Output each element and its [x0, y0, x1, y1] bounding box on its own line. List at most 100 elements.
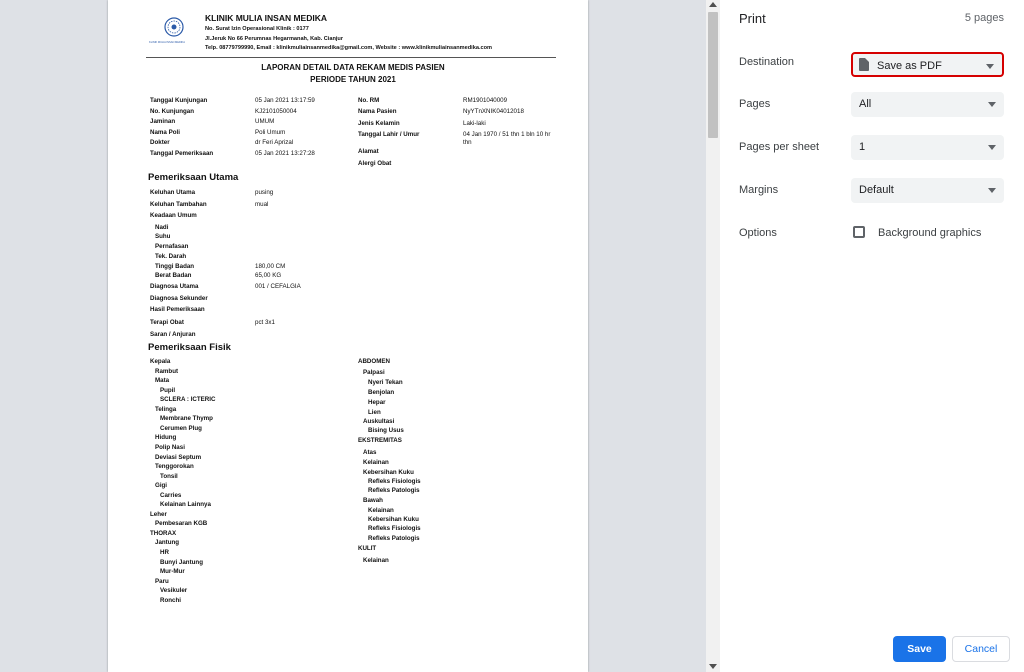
physical-item: Ronchi [160, 596, 181, 604]
exam-value: 180,00 CM [255, 263, 286, 270]
destination-label: Destination [739, 56, 795, 68]
physical-item: Refleks Fisiologis [368, 525, 421, 532]
scroll-up-arrow-icon[interactable] [709, 2, 717, 7]
clinic-logo: KLINIK MULIA INSAN MEDIKA [149, 17, 185, 44]
info-value: dr Feri Aprizal [255, 139, 294, 146]
physical-item: Gigi [155, 482, 168, 490]
info-label: Dokter [150, 139, 170, 146]
background-graphics-label[interactable]: Background graphics [878, 227, 981, 239]
chevron-down-icon [988, 102, 996, 107]
info-value: KJ2101050004 [255, 107, 297, 115]
exam-label: Suhu [155, 233, 171, 240]
physical-exam-title: Pemeriksaan Fisik [148, 342, 231, 353]
save-button[interactable]: Save [893, 636, 946, 662]
exam-label: Terapi Obat [150, 319, 184, 326]
info-label: Tanggal Kunjungan [150, 97, 208, 104]
physical-item: Mur-Mur [160, 568, 185, 576]
background-graphics-checkbox[interactable] [853, 226, 865, 238]
physical-item: Cerumen Plug [160, 424, 202, 432]
physical-item: Tenggorokan [155, 463, 194, 471]
physical-item: Jantung [155, 539, 180, 547]
pages-per-sheet-label: Pages per sheet [739, 141, 820, 153]
info-value: 05 Jan 2021 13:27:28 [255, 149, 315, 157]
info-label: Jenis Kelamin [358, 120, 400, 127]
physical-item: Refleks Patologis [368, 535, 420, 542]
info-label: No. Kunjungan [150, 107, 194, 115]
clinic-permit: No. Surat Izin Operasional Klinik : 0177 [205, 26, 309, 32]
physical-item: Refleks Fisiologis [368, 478, 421, 485]
clinic-contact: Telp. 08779799990, Email : klinikmuliain… [205, 45, 493, 51]
info-value: Poli Umum [255, 128, 286, 136]
physical-item: Kebersihan Kuku [368, 516, 419, 523]
exam-label: Tinggi Badan [155, 263, 195, 270]
exam-label: Hasil Pemeriksaan [150, 306, 205, 313]
info-label: Nama Poli [150, 128, 180, 136]
physical-item: Kebersihan Kuku [363, 469, 414, 476]
exam-label: Keluhan Utama [150, 189, 196, 196]
physical-item: Bising Usus [368, 427, 404, 434]
report-title: LAPORAN DETAIL DATA REKAM MEDIS PASIEN [261, 63, 445, 72]
info-value: 05 Jan 2021 13:17:59 [255, 97, 315, 104]
clinic-name: KLINIK MULIA INSAN MEDIKA [205, 13, 327, 23]
physical-item: Bunyi Jantung [160, 558, 203, 566]
pages-value: All [859, 98, 872, 110]
exam-label: Keadaan Umum [150, 212, 197, 219]
pages-select[interactable]: All [851, 92, 1004, 117]
physical-item: ABDOMEN [358, 358, 390, 365]
main-exam-title: Pemeriksaan Utama [148, 172, 239, 183]
info-value: thn [463, 139, 472, 146]
physical-item: Kelainan [363, 459, 389, 466]
physical-item: EKSTREMITAS [358, 437, 402, 444]
physical-item: Benjolan [368, 389, 395, 396]
exam-label: Berat Badan [155, 272, 192, 279]
chevron-down-icon [988, 145, 996, 150]
file-icon [859, 58, 869, 71]
physical-item: Pembesaran KGB [155, 520, 208, 528]
pages-label: Pages [739, 98, 771, 110]
physical-item: Rambut [155, 367, 179, 375]
info-label: Alergi Obat [358, 160, 392, 167]
exam-label: Saran / Anjuran [150, 331, 196, 338]
chevron-down-icon [988, 188, 996, 193]
print-preview-area: KLINIK MULIA INSAN MEDIKA KLINIK MULIA I… [0, 0, 706, 672]
physical-item: SCLERA : ICTERIC [160, 396, 216, 404]
physical-item: Nyeri Tekan [368, 379, 403, 386]
exam-label: Diagnosa Utama [150, 283, 199, 290]
pages-per-sheet-value: 1 [859, 141, 866, 153]
exam-value: pusing [255, 189, 274, 196]
exam-label: Nadi [155, 224, 169, 231]
preview-scrollbar[interactable] [706, 0, 720, 672]
physical-item: Polip Nasi [155, 443, 185, 451]
physical-item: Telinga [155, 405, 177, 413]
scroll-down-arrow-icon[interactable] [709, 664, 717, 669]
physical-item: KULIT [358, 545, 377, 552]
cancel-button[interactable]: Cancel [952, 636, 1010, 662]
pages-per-sheet-select[interactable]: 1 [851, 135, 1004, 160]
exam-label: Pernafasan [155, 243, 189, 250]
info-label: Tanggal Pemeriksaan [150, 149, 214, 157]
info-value: Laki-laki [463, 120, 486, 127]
physical-item: Auskultasi [363, 418, 395, 425]
margins-label: Margins [739, 184, 779, 196]
physical-item: Tonsil [160, 472, 178, 480]
chevron-down-icon [986, 64, 994, 69]
physical-item: HR [160, 549, 169, 556]
physical-item: Hidung [155, 434, 177, 442]
exam-value: pct 3x1 [255, 319, 275, 326]
scroll-thumb[interactable] [708, 12, 718, 138]
physical-item: Atas [363, 449, 377, 456]
physical-item: Deviasi Septum [155, 453, 202, 461]
exam-label: Keluhan Tambahan [150, 201, 207, 208]
page-count: 5 pages [964, 12, 1004, 24]
destination-select[interactable]: Save as PDF [851, 52, 1004, 77]
physical-item: Membrane Thymp [160, 415, 213, 423]
info-label: Nama Pasien [358, 108, 397, 115]
info-value: RM1901040009 [463, 97, 508, 104]
physical-item: THORAX [150, 529, 177, 537]
info-value: UMUM [255, 118, 275, 125]
print-settings-panel: Print 5 pages Destination Save as PDF Pa… [720, 0, 1024, 672]
options-label: Options [739, 227, 777, 239]
margins-select[interactable]: Default [851, 178, 1004, 203]
physical-item: Pupil [160, 386, 176, 394]
physical-item: Kelainan [363, 557, 389, 564]
